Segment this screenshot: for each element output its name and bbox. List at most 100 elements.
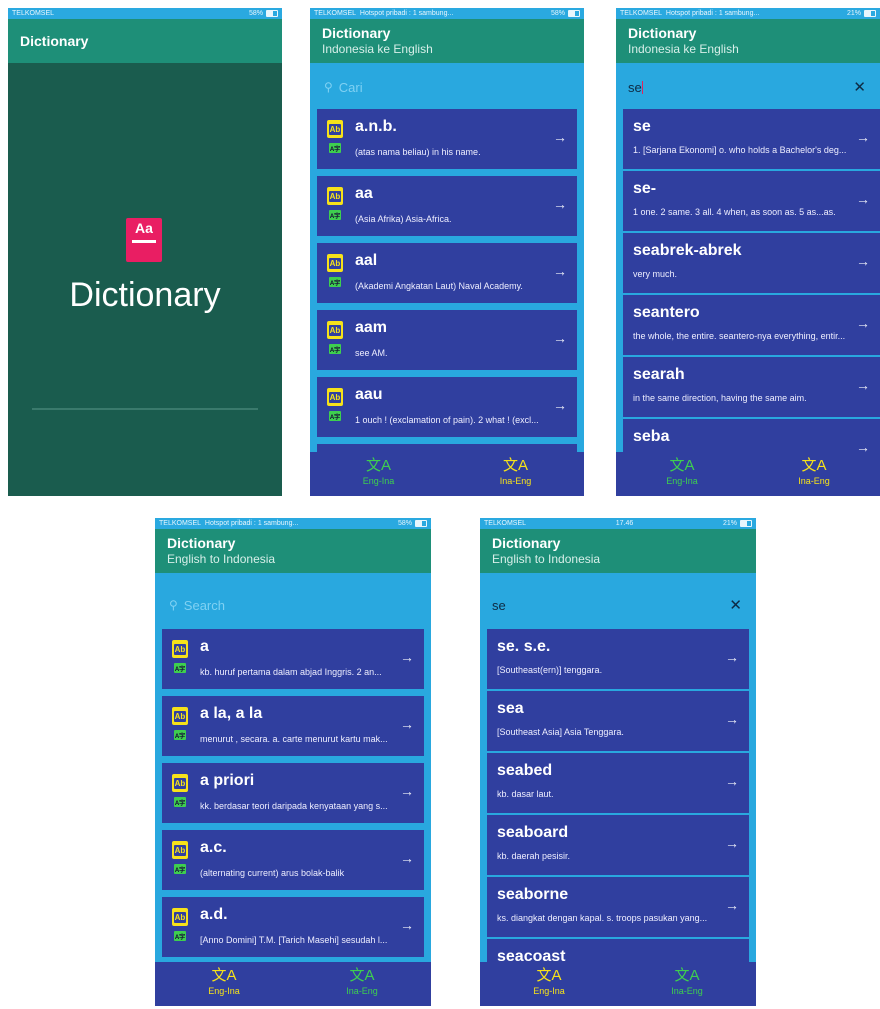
- tab-ina-eng[interactable]: 文A Ina-Eng: [748, 452, 880, 496]
- list-item[interactable]: Ab a priori A字 kk. berdasar teori daripa…: [162, 763, 424, 823]
- tab-label: Eng-Ina: [362, 476, 395, 486]
- entry-definition: (alternating current) arus bolak-balik: [200, 868, 345, 878]
- entry-definition: menurut , secara. a. carte menurut kartu…: [200, 734, 388, 744]
- list-item[interactable]: Ab a.d. A字 [Anno Domini] T.M. [Tarich Ma…: [162, 897, 424, 957]
- tab-eng-ina[interactable]: 文A Eng-Ina: [155, 962, 293, 1006]
- entry-word: seabrek-abrek: [633, 242, 742, 259]
- translate-icon: 文A: [536, 967, 562, 984]
- word-list[interactable]: se 1. [Sarjana Ekonomi] o. who holds a B…: [623, 109, 880, 479]
- list-item[interactable]: seaboard kb. daerah pesisir. →: [487, 815, 749, 875]
- entry-definition: (Asia Afrika) Asia-Africa.: [355, 214, 452, 224]
- entry-definition: see AM.: [355, 348, 388, 358]
- app-bar: Dictionary English to Indonesia: [155, 529, 431, 573]
- status-bar: TELKOMSEL Hotspot pribadi : 1 sambung...…: [616, 8, 880, 19]
- list-item[interactable]: seabed kb. dasar laut. →: [487, 753, 749, 813]
- app-title: Dictionary: [322, 25, 391, 41]
- entry-word: se: [633, 118, 651, 135]
- list-item[interactable]: Ab a A字 kb. huruf pertama dalam abjad In…: [162, 629, 424, 689]
- list-item[interactable]: Ab a.c. A字 (alternating current) arus bo…: [162, 830, 424, 890]
- status-bar: TELKOMSEL 17.46 21%: [480, 518, 756, 529]
- app-subtitle: Indonesia ke English: [322, 42, 433, 56]
- entry-word: a.c.: [200, 839, 227, 856]
- search-icon: ⚲: [324, 80, 333, 94]
- bottom-nav: 文A Eng-Ina 文A Ina-Eng: [155, 962, 431, 1006]
- status-bar: TELKOMSEL 58%: [8, 8, 282, 19]
- entry-word: a.n.b.: [355, 118, 397, 135]
- word-icon: Ab: [172, 908, 188, 926]
- screen-eng-ina-list: TELKOMSEL Hotspot pribadi : 1 sambung...…: [155, 518, 431, 1006]
- search-bar[interactable]: ⚲ Search: [155, 586, 431, 624]
- list-item[interactable]: se. s.e. [Southeast(ern)] tenggara. →: [487, 629, 749, 689]
- list-item[interactable]: se- 1 one. 2 same. 3 all. 4 when, as soo…: [623, 171, 880, 231]
- translate-icon: A字: [174, 730, 186, 740]
- word-icon: Ab: [327, 120, 343, 138]
- translate-icon: A字: [174, 797, 186, 807]
- entry-word: aam: [355, 319, 388, 336]
- loading-progress: [32, 408, 258, 410]
- entry-definition: 1. [Sarjana Ekonomi] o. who holds a Bach…: [633, 145, 847, 155]
- tab-label: Eng-Ina: [666, 476, 698, 486]
- hotspot-label: Hotspot pribadi : 1 sambung...: [665, 10, 760, 17]
- tab-label: Ina-Eng: [499, 476, 532, 486]
- list-item[interactable]: Ab aam A字 see AM. →: [317, 310, 577, 370]
- app-title: Dictionary: [628, 25, 697, 41]
- list-item[interactable]: seabrek-abrek very much. →: [623, 233, 880, 293]
- list-item[interactable]: Ab a.n.b. A字 (atas nama beliau) in his n…: [317, 109, 577, 169]
- battery-icon: [266, 10, 278, 17]
- search-bar[interactable]: ⚲ Cari: [310, 68, 584, 106]
- word-list[interactable]: Ab a A字 kb. huruf pertama dalam abjad In…: [162, 629, 424, 1006]
- tab-eng-ina[interactable]: 文A Eng-Ina: [310, 452, 447, 496]
- tab-eng-ina[interactable]: 文A Eng-Ina: [616, 452, 748, 496]
- list-item[interactable]: Ab aal A字 (Akademi Angkatan Laut) Naval …: [317, 243, 577, 303]
- list-item[interactable]: se 1. [Sarjana Ekonomi] o. who holds a B…: [623, 109, 880, 169]
- bottom-nav: 文A Eng-Ina 文A Ina-Eng: [480, 962, 756, 1006]
- tab-eng-ina[interactable]: 文A Eng-Ina: [480, 962, 618, 1006]
- close-icon[interactable]: ✕: [729, 596, 742, 614]
- word-icon: Ab: [172, 774, 188, 792]
- search-input[interactable]: se: [628, 80, 642, 95]
- carrier-label: TELKOMSEL: [159, 520, 202, 527]
- translate-icon: 文A: [211, 967, 237, 984]
- entry-word: a priori: [200, 772, 255, 789]
- list-item[interactable]: searah in the same direction, having the…: [623, 357, 880, 417]
- search-bar[interactable]: se ✕: [616, 68, 880, 106]
- word-icon: Ab: [172, 707, 188, 725]
- splash-app-name: Dictionary: [69, 276, 221, 314]
- entry-definition: kb. daerah pesisir.: [497, 851, 571, 861]
- app-bar: Dictionary: [8, 19, 282, 63]
- search-input[interactable]: Cari: [339, 80, 363, 95]
- translate-icon: A字: [174, 931, 186, 941]
- screen-splash: TELKOMSEL 58% Dictionary Aa Dictionary: [8, 8, 282, 496]
- list-item[interactable]: Ab a la, a la A字 menurut , secara. a. ca…: [162, 696, 424, 756]
- tab-label: Ina-Eng: [798, 476, 830, 486]
- translate-icon: 文A: [801, 457, 827, 474]
- arrow-right-icon: →: [400, 917, 414, 933]
- app-title: Dictionary: [492, 535, 561, 551]
- word-icon: Ab: [172, 640, 188, 658]
- list-item[interactable]: seaborne ks. diangkat dengan kapal. s. t…: [487, 877, 749, 937]
- tab-ina-eng[interactable]: 文A Ina-Eng: [618, 962, 756, 1006]
- list-item[interactable]: Ab aa A字 (Asia Afrika) Asia-Africa. →: [317, 176, 577, 236]
- list-item[interactable]: Ab aau A字 1 ouch ! (exclamation of pain)…: [317, 377, 577, 437]
- tab-ina-eng[interactable]: 文A Ina-Eng: [447, 452, 584, 496]
- search-input[interactable]: se: [492, 598, 506, 613]
- word-list[interactable]: Ab a.n.b. A字 (atas nama beliau) in his n…: [317, 109, 577, 496]
- battery-label: 58%: [550, 10, 565, 17]
- translate-icon: 文A: [365, 457, 391, 474]
- search-input[interactable]: Search: [184, 598, 225, 613]
- arrow-right-icon: →: [856, 129, 870, 145]
- entry-definition: ks. diangkat dengan kapal. s. troops pas…: [497, 913, 708, 923]
- word-icon: Ab: [327, 254, 343, 272]
- tab-ina-eng[interactable]: 文A Ina-Eng: [293, 962, 431, 1006]
- word-list[interactable]: se. s.e. [Southeast(ern)] tenggara. → se…: [487, 629, 749, 999]
- entry-definition: [Southeast Asia] Asia Tenggara.: [497, 727, 624, 737]
- search-bar[interactable]: se ✕: [480, 586, 756, 624]
- translate-icon: A字: [329, 210, 341, 220]
- word-icon: Ab: [172, 841, 188, 859]
- entry-definition: the whole, the entire. seantero-nya ever…: [633, 331, 846, 341]
- battery-label: 58%: [248, 10, 263, 17]
- entry-definition: 1 ouch ! (exclamation of pain). 2 what !…: [355, 415, 539, 425]
- list-item[interactable]: seantero the whole, the entire. seantero…: [623, 295, 880, 355]
- close-icon[interactable]: ✕: [853, 78, 866, 96]
- list-item[interactable]: sea [Southeast Asia] Asia Tenggara. →: [487, 691, 749, 751]
